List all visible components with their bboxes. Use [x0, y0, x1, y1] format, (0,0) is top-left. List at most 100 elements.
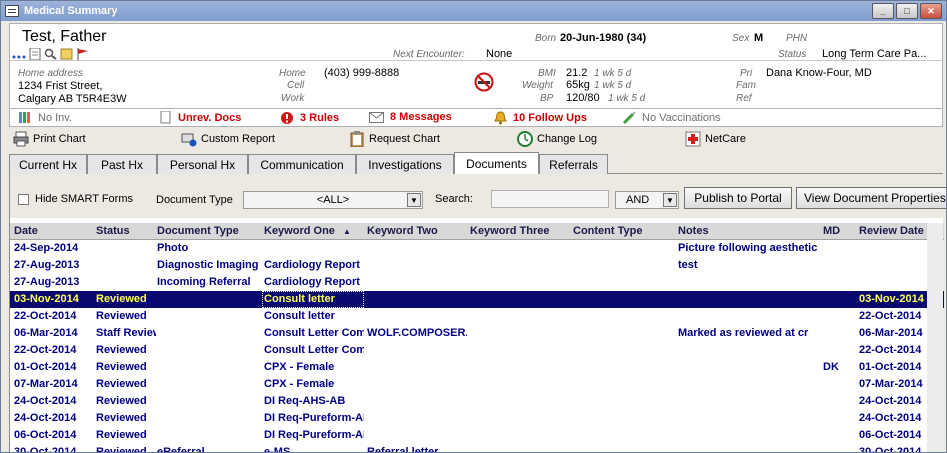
tab-investigations[interactable]: Investigations [356, 154, 454, 174]
medical-summary-window: Medical Summary _ □ ✕ Test, Father Born … [0, 0, 947, 453]
table-row[interactable]: 22-Oct-2014 Reviewed Consult letter 22-Oct-… [10, 308, 944, 325]
unreviewed-docs-label: Unrev. Docs [178, 111, 242, 124]
print-chart-button[interactable]: Print Chart [13, 131, 86, 147]
patient-name: Test, Father [22, 28, 107, 45]
table-row[interactable]: 06-Mar-2014 Staff Reviewed Consult Letter … [10, 325, 944, 342]
no-investigations-label: No Inv. [38, 111, 73, 124]
cell-md: DK [823, 361, 839, 373]
custom-report-button[interactable]: Custom Report [181, 131, 275, 147]
phn-label: PHN [786, 33, 808, 44]
cell-date: 24-Sep-2014 [14, 242, 79, 254]
rules-alert[interactable]: 3 Rules [280, 111, 339, 125]
home-phone-label: Home [279, 68, 306, 79]
table-row[interactable]: 24-Oct-2014 Reviewed DI Req-AHS-AB 24-Oct-2… [10, 393, 944, 410]
change-log-label: Change Log [537, 133, 597, 145]
cell-keyword-one: Consult letter [264, 310, 335, 322]
maximize-button[interactable]: □ [896, 3, 918, 19]
vaccinations-alert[interactable]: No Vaccinations [622, 111, 721, 125]
search-label: Search: [435, 193, 473, 205]
document-filters: Hide SMART Forms Document Type <ALL> ▼ S… [10, 174, 946, 218]
messages-alert[interactable]: 8 Messages [369, 111, 452, 123]
vertical-scrollbar[interactable] [927, 223, 943, 452]
table-row[interactable]: 24-Oct-2014 Reviewed DI Req-Pureform-AB 24-… [10, 410, 944, 427]
column-keyword-three[interactable]: Keyword Three [470, 225, 549, 237]
printer-icon [13, 131, 29, 147]
column-content-type[interactable]: Content Type [573, 225, 642, 237]
print-chart-label: Print Chart [33, 133, 86, 145]
primary-provider-value: Dana Know-Four, MD [766, 67, 872, 79]
work-phone-label: Work [281, 93, 305, 104]
next-encounter-label: Next Encounter: [393, 49, 465, 60]
hide-smart-forms-checkbox[interactable] [18, 194, 29, 205]
table-row[interactable]: 03-Nov-2014 Reviewed Consult letter 03-Nov-… [10, 291, 944, 308]
cell-keyword-one: e-MS [264, 446, 291, 453]
hide-smart-forms-label: Hide SMART Forms [35, 193, 134, 205]
title-bar[interactable]: Medical Summary _ □ ✕ [1, 1, 946, 21]
cell-date: 27-Aug-2013 [14, 276, 80, 288]
cell-date: 22-Oct-2014 [14, 344, 77, 356]
column-keyword-two[interactable]: Keyword Two [367, 225, 438, 237]
search-icon[interactable] [44, 48, 58, 60]
table-row[interactable]: 06-Oct-2014 Reviewed DI Req-Pureform-AB 06-… [10, 427, 944, 444]
cell-notes: test [678, 259, 698, 271]
table-row[interactable]: 01-Oct-2014 Reviewed CPX - Female DK 01-Oct-… [10, 359, 944, 376]
request-chart-button[interactable]: Request Chart [349, 131, 440, 148]
cell-document-type: Photo [157, 242, 189, 254]
minimize-button[interactable]: _ [872, 3, 894, 19]
search-operator-dropdown[interactable]: AND ▼ [615, 191, 679, 209]
unreviewed-docs-alert[interactable]: Unrev. Docs [160, 111, 241, 124]
table-row[interactable]: 07-Mar-2014 Reviewed CPX - Female 07-Mar-20… [10, 376, 944, 393]
primary-provider-label: Pri [740, 68, 753, 79]
table-row[interactable]: 30-Oct-2014 Reviewed eReferral e-MS Referral… [10, 444, 944, 453]
address-line-1: 1234 Frist Street, [18, 80, 103, 92]
tab-documents[interactable]: Documents [454, 152, 539, 174]
change-log-button[interactable]: Change Log [517, 131, 597, 147]
tab-current-hx[interactable]: Current Hx [9, 154, 87, 174]
vaccinations-label: No Vaccinations [642, 112, 721, 124]
rules-label: 3 Rules [300, 112, 340, 124]
no-investigations-alert[interactable]: No Inv. [18, 111, 72, 124]
no-smoking-icon [474, 72, 494, 95]
summary-tabs: Current Hx Past Hx Personal Hx Communica… [9, 152, 943, 174]
column-date[interactable]: Date [14, 225, 38, 237]
cell-notes: Picture following aesthetic [678, 242, 818, 254]
tab-communication[interactable]: Communication [248, 154, 356, 174]
publish-to-portal-button[interactable]: Publish to Portal [684, 187, 792, 209]
cell-document-type: eReferral [157, 446, 205, 453]
document-icon[interactable] [28, 47, 42, 61]
more-dots-icon[interactable] [12, 48, 26, 60]
tab-referrals[interactable]: Referrals [539, 154, 608, 174]
document-type-value: <ALL> [316, 194, 350, 206]
table-row[interactable]: 24-Sep-2014 Photo Picture following aesthe… [10, 240, 944, 257]
cell-status: Reviewed [96, 378, 147, 390]
envelope-icon [369, 111, 384, 123]
sex-value: M [754, 32, 764, 44]
table-header: Date Status Document Type Keyword One ▲ … [10, 223, 944, 240]
document-type-dropdown[interactable]: <ALL> ▼ [243, 191, 423, 209]
cell-keyword-one: Consult Letter Completed [264, 344, 364, 356]
flag-icon[interactable] [76, 48, 90, 60]
table-row[interactable]: 22-Oct-2014 Reviewed Consult Letter Comple… [10, 342, 944, 359]
column-document-type[interactable]: Document Type [157, 225, 239, 237]
netcare-button[interactable]: NetCare [685, 131, 746, 147]
referring-provider-label: Ref [736, 93, 752, 104]
sticky-note-icon[interactable] [60, 48, 74, 60]
cell-date: 24-Oct-2014 [14, 412, 77, 424]
column-status[interactable]: Status [96, 225, 130, 237]
table-row[interactable]: 27-Aug-2013 Diagnostic Imaging Cardiology … [10, 257, 944, 274]
follow-ups-alert[interactable]: 10 Follow Ups [494, 111, 587, 125]
column-keyword-one[interactable]: Keyword One [264, 225, 335, 237]
alerts-bar: No Inv. Unrev. Docs 3 Rules 8 Messages 1… [9, 109, 943, 127]
close-button[interactable]: ✕ [920, 3, 942, 19]
view-document-properties-button[interactable]: View Document Properties [796, 187, 946, 209]
tab-personal-hx[interactable]: Personal Hx [157, 154, 248, 174]
search-input[interactable] [491, 190, 609, 208]
chevron-down-icon: ▼ [663, 193, 677, 207]
tab-past-hx[interactable]: Past Hx [87, 154, 157, 174]
table-row[interactable]: 27-Aug-2013 Incoming Referral Cardiology R… [10, 274, 944, 291]
column-notes[interactable]: Notes [678, 225, 709, 237]
column-md[interactable]: MD [823, 225, 840, 237]
column-review-date[interactable]: Review Date [859, 225, 924, 237]
cell-status: Reviewed [96, 361, 147, 373]
window-app-icon [5, 5, 19, 17]
